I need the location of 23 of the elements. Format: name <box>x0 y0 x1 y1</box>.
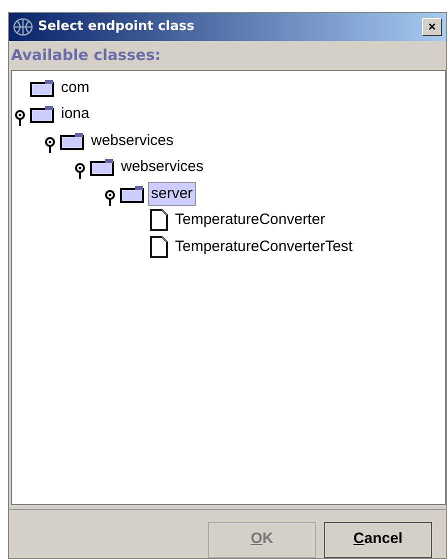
tree-node-label[interactable]: iona <box>58 102 92 126</box>
folder-icon <box>90 158 114 176</box>
folder-icon <box>60 132 84 150</box>
folder-icon <box>120 184 144 203</box>
expand-handle-icon[interactable] <box>14 110 26 126</box>
expand-handle-icon[interactable] <box>44 136 56 153</box>
expand-handle-icon[interactable] <box>74 163 86 180</box>
tree-node-label[interactable]: TemperatureConverterTest <box>172 234 356 259</box>
tree-node-label[interactable]: webservices <box>118 155 207 180</box>
folder-icon <box>30 78 54 97</box>
window-title: Select endpoint class <box>38 18 194 36</box>
tree-node-label[interactable]: com <box>58 76 92 100</box>
dialog-button[interactable]: Cancel <box>324 522 432 558</box>
folder-icon <box>30 105 54 124</box>
file-icon <box>150 236 168 258</box>
list-label: Available classes: <box>10 45 162 66</box>
file-icon <box>150 209 168 232</box>
tree-node-label[interactable]: webservices <box>88 128 177 153</box>
tree-node-label[interactable]: TemperatureConverter <box>172 208 328 232</box>
expand-handle-icon[interactable] <box>104 190 116 206</box>
close-button[interactable]: × <box>422 18 442 36</box>
tree-node-label[interactable]: server <box>148 182 196 206</box>
globe-icon <box>12 17 34 37</box>
